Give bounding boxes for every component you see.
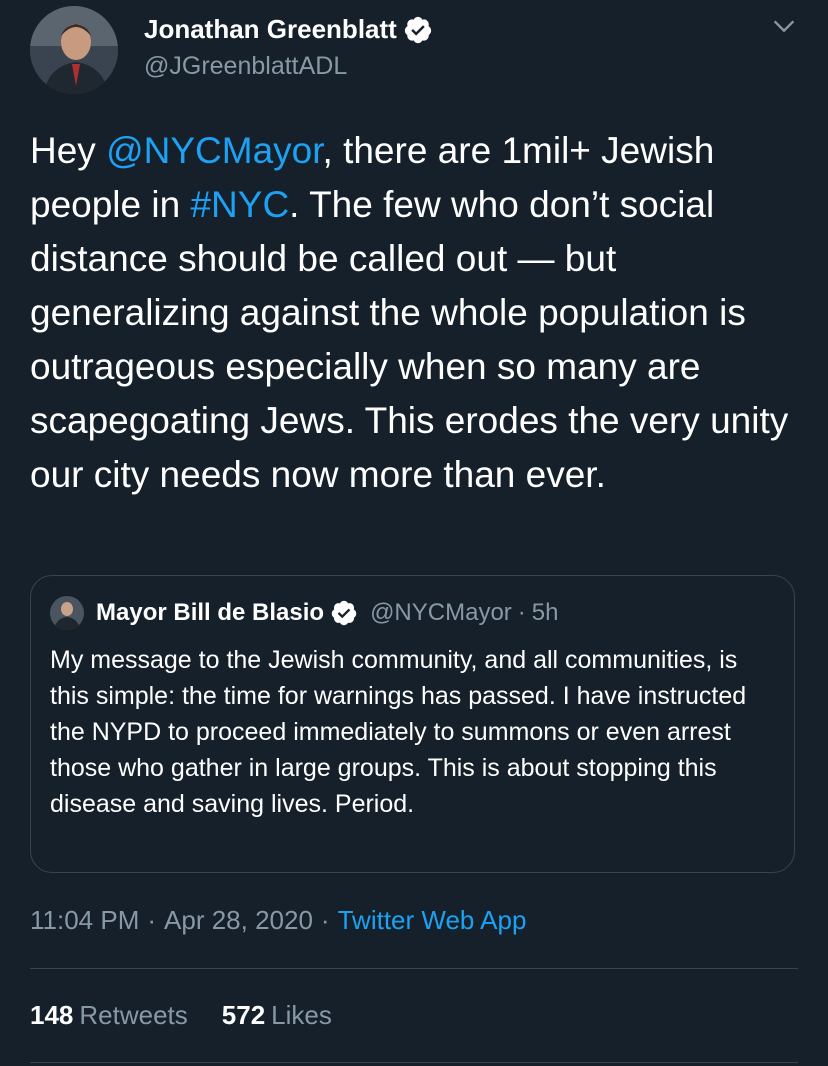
tweet-date[interactable]: Apr 28, 2020 <box>164 905 313 935</box>
tweet-stats: 148 Retweets 572 Likes <box>30 1000 332 1031</box>
likes-count: 572 <box>221 1000 266 1030</box>
quoted-timestamp: 5h <box>531 599 559 626</box>
quoted-author-name: Mayor Bill de Blasio <box>96 599 325 626</box>
quoted-tweet-text: My message to the Jewish community, and … <box>50 646 747 818</box>
likes-label: Likes <box>271 1000 332 1030</box>
tweet-text: Hey @NYCMayor, there are 1mil+ Jewish pe… <box>30 124 800 502</box>
retweets-count: 148 <box>30 1000 74 1030</box>
tweet-meta: 11:04 PM · Apr 28, 2020 · Twitter Web App <box>30 905 526 936</box>
tweet-text-segment: . The few who don’t social distance shou… <box>30 184 789 495</box>
divider <box>30 1062 798 1063</box>
author-name[interactable]: Jonathan Greenblatt <box>144 14 397 45</box>
hashtag-link[interactable]: #NYC <box>190 184 289 225</box>
separator-dot: · <box>517 599 526 626</box>
likes-stat[interactable]: 572 Likes <box>222 1000 332 1030</box>
source-app-link[interactable]: Twitter Web App <box>338 905 527 935</box>
retweets-stat[interactable]: 148 Retweets <box>30 1000 188 1030</box>
separator-dot: · <box>320 905 330 935</box>
divider <box>30 968 798 969</box>
mention-link[interactable]: @NYCMayor <box>106 130 322 171</box>
verified-badge-icon <box>331 600 357 626</box>
separator-dot: · <box>147 905 157 935</box>
verified-badge-icon <box>404 16 431 43</box>
chevron-down-icon[interactable] <box>770 12 798 40</box>
author-handle[interactable]: @JGreenblattADL <box>144 52 347 81</box>
tweet-time[interactable]: 11:04 PM <box>30 905 139 935</box>
quoted-tweet[interactable]: Mayor Bill de Blasio @NYCMayor · 5h My m… <box>30 575 795 873</box>
quoted-avatar <box>50 596 84 630</box>
quoted-author-handle: @NYCMayor <box>370 599 512 626</box>
tweet-text-segment: Hey <box>30 130 107 171</box>
retweets-label: Retweets <box>79 1000 188 1030</box>
author-avatar[interactable] <box>30 6 118 94</box>
